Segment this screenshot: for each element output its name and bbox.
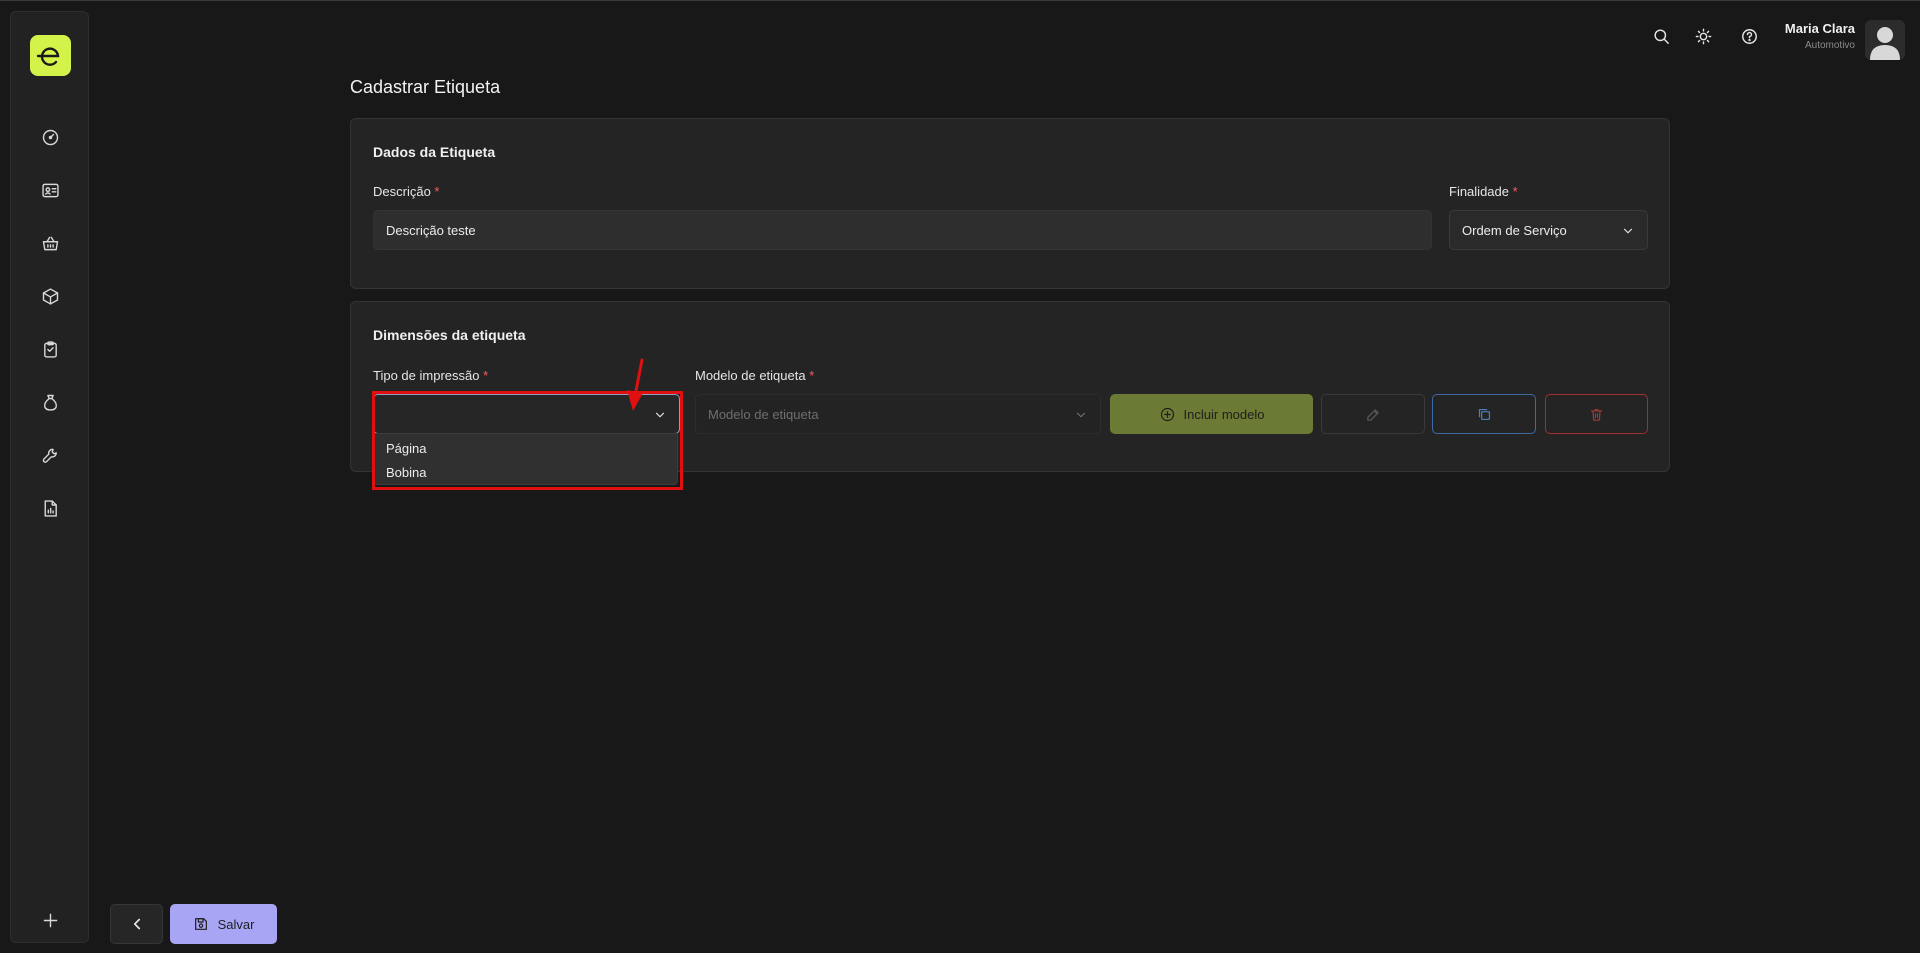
section-title: Dimensões da etiqueta <box>373 327 526 343</box>
model-placeholder: Modelo de etiqueta <box>708 406 819 422</box>
description-label: Descrição * <box>373 184 440 199</box>
sidebar-item-products[interactable] <box>35 281 65 311</box>
help-button[interactable] <box>1737 24 1761 48</box>
sidebar-item-orders[interactable] <box>35 334 65 364</box>
description-input[interactable]: Descrição teste <box>373 210 1432 250</box>
clipboard-icon <box>43 340 57 358</box>
search-icon <box>1653 28 1669 44</box>
trash-icon <box>1590 408 1603 421</box>
label-data-card: Dados da Etiqueta Descrição * Descrição … <box>350 118 1670 289</box>
sidebar <box>10 11 89 943</box>
sidebar-item-contacts[interactable] <box>35 175 65 205</box>
edit-model-button[interactable] <box>1321 394 1425 434</box>
purpose-value: Ordem de Serviço <box>1462 222 1567 238</box>
print-type-option-bobina[interactable]: Bobina <box>386 465 426 480</box>
search-button[interactable] <box>1649 24 1673 48</box>
user-role: Automotivo <box>1804 40 1855 51</box>
theme-toggle-button[interactable] <box>1691 24 1715 48</box>
sidebar-item-sales[interactable] <box>35 228 65 258</box>
sidebar-add-button[interactable] <box>35 905 65 935</box>
chevron-left-icon <box>133 918 140 930</box>
annotation-arrow-icon <box>627 358 644 411</box>
print-type-option-pagina[interactable]: Página <box>386 441 426 456</box>
plus-icon <box>43 913 57 927</box>
money-bag-icon <box>43 394 57 411</box>
delete-model-button[interactable] <box>1545 394 1648 434</box>
sun-icon <box>1695 28 1711 44</box>
description-value: Descrição teste <box>386 222 476 238</box>
sidebar-item-reports[interactable] <box>35 493 65 523</box>
copy-model-button[interactable] <box>1432 394 1536 434</box>
logo-e-icon <box>36 46 59 66</box>
basket-icon <box>42 236 58 250</box>
app-logo[interactable] <box>30 35 71 76</box>
plus-circle-icon <box>1160 407 1174 421</box>
wrench-icon <box>42 448 57 463</box>
purpose-label: Finalidade * <box>1449 184 1518 199</box>
avatar[interactable] <box>1865 20 1905 60</box>
include-model-label: Incluir modelo <box>1183 406 1265 422</box>
user-avatar-icon <box>1870 27 1900 60</box>
chevron-down-icon <box>1074 408 1088 422</box>
help-icon <box>1741 28 1757 44</box>
pencil-icon <box>1366 408 1379 421</box>
user-name: Maria Clara <box>1784 21 1855 36</box>
sidebar-item-services[interactable] <box>35 440 65 470</box>
report-icon <box>44 499 57 517</box>
sidebar-item-finance[interactable] <box>35 387 65 417</box>
model-select[interactable]: Modelo de etiqueta <box>695 394 1101 434</box>
print-type-dropdown: Página Bobina <box>374 433 678 485</box>
back-button[interactable] <box>110 904 163 944</box>
top-border <box>0 0 1920 1</box>
print-type-label: Tipo de impressão * <box>373 368 489 383</box>
box-icon <box>42 287 58 305</box>
purpose-select[interactable]: Ordem de Serviço <box>1449 210 1648 250</box>
save-button[interactable]: Salvar <box>170 904 277 944</box>
include-model-button[interactable]: Incluir modelo <box>1110 394 1313 434</box>
save-label: Salvar <box>217 916 255 932</box>
section-title: Dados da Etiqueta <box>373 144 496 160</box>
gauge-icon <box>42 129 58 145</box>
page-title: Cadastrar Etiqueta <box>350 77 501 97</box>
chevron-down-icon <box>653 408 667 422</box>
copy-icon <box>1478 408 1490 420</box>
floppy-disk-icon <box>194 918 207 930</box>
sidebar-item-dashboard[interactable] <box>35 122 65 152</box>
id-card-icon <box>41 183 59 197</box>
model-label: Modelo de etiqueta * <box>695 368 815 383</box>
chevron-down-icon <box>1621 224 1635 238</box>
